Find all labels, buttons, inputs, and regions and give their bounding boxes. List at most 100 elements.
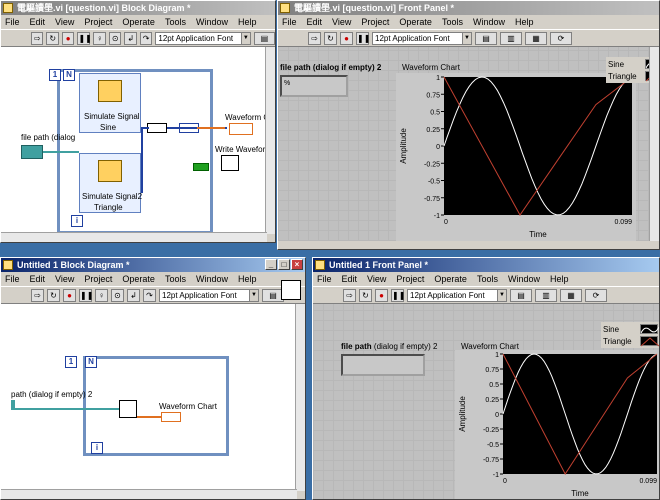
retain-wire-icon[interactable]: ⊙ xyxy=(111,288,124,302)
waveform-chart[interactable]: 1 0.75 0.5 0.25 0 -0.25 -0.5 -0.75 -1 0 0.099 Time A… xyxy=(455,350,659,499)
write-waveforms-node[interactable] xyxy=(119,400,137,418)
menu-window[interactable]: Window xyxy=(508,272,540,286)
menu-edit[interactable]: Edit xyxy=(307,15,323,29)
window-front-panel-bottom[interactable]: Untitled 1 Front Panel * File Edit View … xyxy=(312,257,660,500)
simulate-signal2-node[interactable]: Simulate Signal2 Triangle xyxy=(79,153,142,213)
menu-view[interactable]: View xyxy=(55,15,74,29)
horizontal-scrollbar[interactable] xyxy=(1,232,267,242)
close-icon[interactable]: × xyxy=(291,259,303,270)
step-over-icon[interactable]: ↷ xyxy=(139,31,153,45)
waveform-chart[interactable]: 1 0.75 0.5 0.25 0 -0.25 -0.5 -0.75 -1 0 0.099 Time A… xyxy=(396,73,636,241)
highlight-execution-icon[interactable]: ♀ xyxy=(95,288,108,302)
menu-view[interactable]: View xyxy=(332,15,351,29)
run-continuous-icon[interactable]: ↻ xyxy=(324,31,337,45)
minimize-icon[interactable]: _ xyxy=(265,259,277,270)
loop-count-terminal[interactable]: N xyxy=(63,69,75,81)
menu-help[interactable]: Help xyxy=(238,15,257,29)
menu-operate[interactable]: Operate xyxy=(122,272,155,286)
window-block-diagram-top[interactable]: 電驅讀壆.vi [question.vi] Block Diagram * Fi… xyxy=(0,0,276,243)
reorder-icon[interactable]: ⟳ xyxy=(585,288,607,302)
step-into-icon[interactable]: ↲ xyxy=(127,288,140,302)
font-selector[interactable]: 12pt Application Font ▼ xyxy=(159,288,259,302)
menu-operate[interactable]: Operate xyxy=(434,272,467,286)
titlebar-block-diagram-bottom[interactable]: Untitled 1 Block Diagram * _ □ × xyxy=(1,258,305,272)
simulate-signal-node[interactable]: Simulate Signal Sine xyxy=(79,73,141,133)
file-path-terminal[interactable] xyxy=(21,145,43,159)
pause-icon[interactable]: ❚❚ xyxy=(79,288,93,302)
titlebar-front-panel-top[interactable]: 電驅讀壆.vi [question.vi] Front Panel * xyxy=(278,1,659,15)
menu-file[interactable]: File xyxy=(5,272,20,286)
menu-help[interactable]: Help xyxy=(515,15,534,29)
run-continuous-icon[interactable]: ↻ xyxy=(359,288,372,302)
run-continuous-icon[interactable]: ↻ xyxy=(47,288,60,302)
vertical-scrollbar[interactable] xyxy=(295,304,305,491)
abort-icon[interactable]: ● xyxy=(340,31,353,45)
window-front-panel-top[interactable]: 電驅讀壆.vi [question.vi] Front Panel * File… xyxy=(277,0,660,250)
run-arrow-icon[interactable]: ⇨ xyxy=(31,31,44,45)
menu-window[interactable]: Window xyxy=(473,15,505,29)
abort-icon[interactable]: ● xyxy=(61,31,75,45)
font-selector[interactable]: 12pt Application Font ▼ xyxy=(372,31,472,45)
legend-sine[interactable]: Sine xyxy=(603,323,659,335)
legend-triangle[interactable]: Triangle xyxy=(603,335,659,347)
run-continuous-icon[interactable]: ↻ xyxy=(46,31,59,45)
step-over-icon[interactable]: ↷ xyxy=(143,288,156,302)
diagram-canvas[interactable]: N 1 i path (dialog if empty) 2 Waveform … xyxy=(1,304,297,491)
write-waveforms-node[interactable] xyxy=(221,155,239,171)
pause-icon[interactable]: ❚❚ xyxy=(356,31,370,45)
menu-operate[interactable]: Operate xyxy=(399,15,432,29)
menu-project[interactable]: Project xyxy=(84,15,112,29)
resize-icon[interactable]: ▦ xyxy=(560,288,582,302)
font-selector[interactable]: 12pt Application Font ▼ xyxy=(407,288,507,302)
distribute-icon[interactable]: ▥ xyxy=(535,288,557,302)
menu-file[interactable]: File xyxy=(317,272,332,286)
step-into-icon[interactable]: ↲ xyxy=(124,31,137,45)
menu-edit[interactable]: Edit xyxy=(342,272,358,286)
pause-icon[interactable]: ❚❚ xyxy=(391,288,405,302)
menu-file[interactable]: File xyxy=(5,15,20,29)
window-block-diagram-bottom[interactable]: Untitled 1 Block Diagram * _ □ × File Ed… xyxy=(0,257,306,500)
menu-project[interactable]: Project xyxy=(396,272,424,286)
menu-edit[interactable]: Edit xyxy=(30,272,46,286)
front-panel-canvas[interactable]: file path (dialog if empty) 2 Waveform C… xyxy=(313,304,659,499)
vertical-scrollbar[interactable] xyxy=(265,47,275,234)
menu-file[interactable]: File xyxy=(282,15,297,29)
file-path-control[interactable] xyxy=(341,354,425,376)
menu-tools[interactable]: Tools xyxy=(442,15,463,29)
distribute-icon[interactable]: ▥ xyxy=(500,31,522,45)
menu-project[interactable]: Project xyxy=(84,272,112,286)
font-selector[interactable]: 12pt Application Font ▼ xyxy=(155,31,251,45)
menu-help[interactable]: Help xyxy=(550,272,569,286)
menu-operate[interactable]: Operate xyxy=(122,15,155,29)
front-panel-canvas[interactable]: file path (dialog if empty) 2 % Waveform… xyxy=(278,47,659,241)
resize-icon[interactable]: ▦ xyxy=(525,31,547,45)
menu-help[interactable]: Help xyxy=(238,272,257,286)
diagram-canvas[interactable]: N i 1 Simulate Signal Sine Simulate Sign… xyxy=(1,47,275,234)
waveform-chart-terminal[interactable] xyxy=(161,412,181,422)
abort-icon[interactable]: ● xyxy=(375,288,388,302)
titlebar-block-diagram-top[interactable]: 電驅讀壆.vi [question.vi] Block Diagram * xyxy=(1,1,275,15)
vi-connector-icon[interactable] xyxy=(281,280,301,300)
highlight-execution-icon[interactable]: ♀ xyxy=(93,31,106,45)
maximize-icon[interactable]: □ xyxy=(278,259,290,270)
menu-view[interactable]: View xyxy=(367,272,386,286)
run-arrow-icon[interactable]: ⇨ xyxy=(343,288,356,302)
menu-window[interactable]: Window xyxy=(196,15,228,29)
menu-view[interactable]: View xyxy=(55,272,74,286)
boolean-constant[interactable] xyxy=(193,163,209,171)
menu-tools[interactable]: Tools xyxy=(165,15,186,29)
merge-signals-node[interactable] xyxy=(147,123,167,133)
run-arrow-icon[interactable]: ⇨ xyxy=(31,288,44,302)
abort-icon[interactable]: ● xyxy=(63,288,76,302)
horizontal-scrollbar[interactable] xyxy=(1,489,297,499)
titlebar-front-panel-bottom[interactable]: Untitled 1 Front Panel * xyxy=(313,258,659,272)
loop-count-terminal[interactable]: N xyxy=(85,356,97,368)
run-arrow-icon[interactable]: ⇨ xyxy=(308,31,321,45)
retain-wire-icon[interactable]: ⊙ xyxy=(108,31,122,45)
align-icon[interactable]: ▤ xyxy=(510,288,532,302)
align-icon[interactable]: ▤ xyxy=(253,31,275,45)
menu-window[interactable]: Window xyxy=(196,272,228,286)
menu-tools[interactable]: Tools xyxy=(477,272,498,286)
align-icon[interactable]: ▤ xyxy=(475,31,497,45)
pause-icon[interactable]: ❚❚ xyxy=(77,31,92,45)
